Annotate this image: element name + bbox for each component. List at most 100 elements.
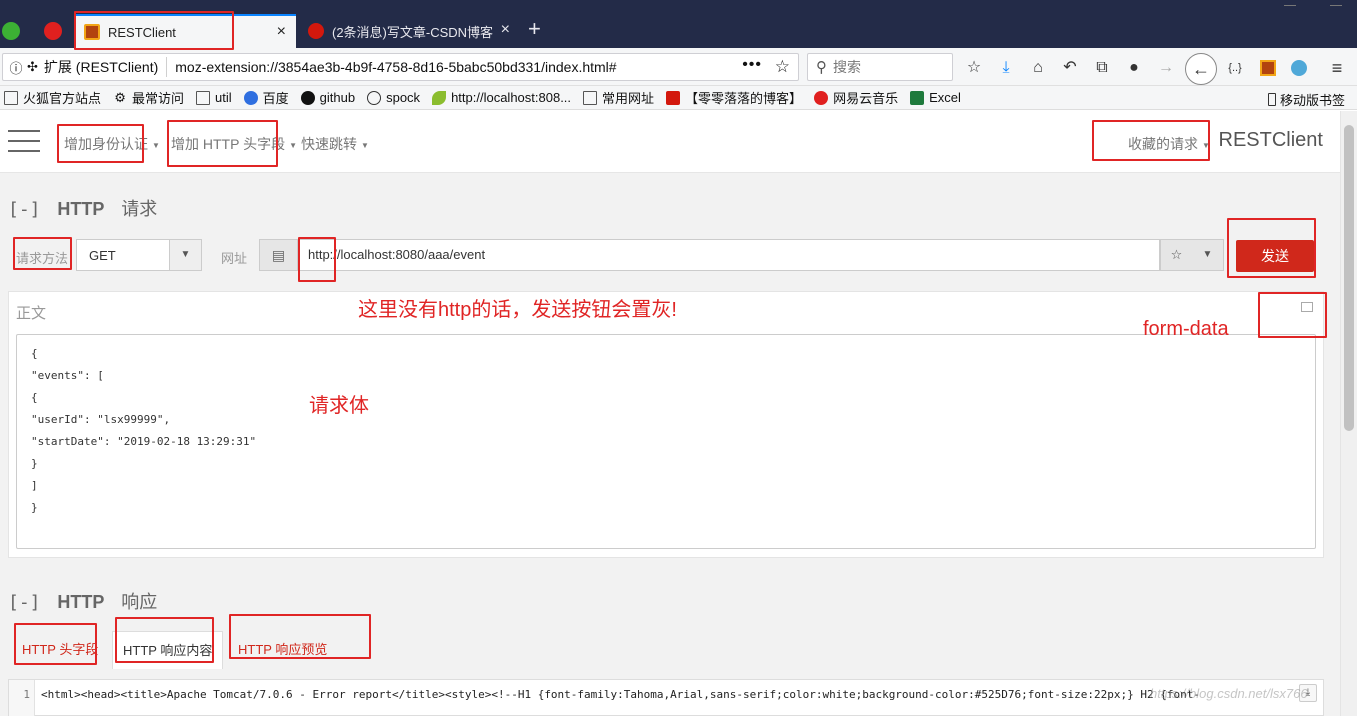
tab-response-body[interactable]: HTTP 响应内容 [112, 631, 224, 669]
app-navbar: 增加身份认证 ▼ 增加 HTTP 头字段 ▼ 快速跳转 ▼ 收藏的请求 ▼ RESTCl… [0, 111, 1340, 173]
response-section-title[interactable]: [-] HTTP 响应 [8, 588, 157, 614]
restclient-toolbar-icon[interactable] [1257, 58, 1279, 78]
mobile-bookmarks[interactable]: 移动版书签 [1267, 90, 1345, 109]
github-icon [300, 90, 315, 105]
bookmark-item[interactable]: 常用网址 [583, 88, 654, 107]
bookmark-label: util [215, 90, 232, 105]
crop-icon[interactable]: ⧉ [1091, 58, 1113, 78]
response-code-view[interactable]: 1 <html><head><title>Apache Tomcat/7.0.6… [8, 679, 1324, 716]
quick-jump-dropdown[interactable]: 快速跳转 ▼ [301, 134, 369, 154]
bookmark-label: github [319, 90, 356, 105]
response-code-line: <html><head><title>Apache Tomcat/7.0.6 -… [41, 688, 1200, 701]
url-label: 网址 [221, 251, 248, 266]
bookmark-label: 常用网址 [602, 91, 655, 106]
undo-icon[interactable]: ↶ [1059, 58, 1081, 78]
tab-response-preview[interactable]: HTTP 响应预览 [228, 631, 337, 669]
collapse-toggle[interactable]: [-] [8, 199, 41, 220]
reading-list-icon[interactable]: ☆ [963, 58, 985, 78]
bookmark-item[interactable]: util [196, 90, 232, 105]
chat-icon[interactable]: ● [1123, 58, 1145, 78]
download-icon[interactable]: ⤓ [995, 58, 1017, 78]
netease-pinned-tab-icon[interactable] [44, 22, 62, 40]
favorites-dropdown[interactable]: 收藏的请求 ▼ [1128, 134, 1210, 154]
leaf-icon [432, 90, 447, 105]
csdn-favicon-icon [308, 23, 324, 39]
section-http-label: HTTP [57, 592, 105, 612]
document-icon[interactable]: ▤ [259, 239, 297, 271]
url-text[interactable]: moz-extension://3854ae3b-4b9f-4758-8d16-… [175, 59, 616, 75]
request-url-input[interactable]: http://localhost:8080/aaa/event [297, 239, 1160, 271]
method-label: 请求方法 [16, 251, 69, 266]
search-icon: ⚲ [816, 59, 827, 76]
url-bar[interactable]: ⓘ ✣ 扩展 (RESTClient) moz-extension://3854… [2, 53, 799, 81]
chevron-down-icon[interactable]: ▼ [1192, 240, 1223, 270]
folder-icon [4, 90, 18, 105]
hamburger-menu-icon[interactable] [8, 130, 40, 154]
request-body-textarea[interactable]: { "events": [ { "userId": "lsx99999", "s… [16, 334, 1316, 549]
home-icon[interactable]: ⌂ [1027, 58, 1049, 78]
send-button[interactable]: 发送 [1236, 240, 1314, 272]
collapse-toggle[interactable]: [-] [8, 592, 41, 613]
bookmark-star-icon[interactable]: ☆ [775, 57, 790, 77]
add-auth-dropdown[interactable]: 增加身份认证 ▼ [64, 134, 160, 154]
csdn-icon [666, 90, 681, 105]
form-data-annotation: form-data [1143, 318, 1229, 340]
add-auth-label: 增加身份认证 [64, 136, 148, 152]
app-brand[interactable]: RESTClient [1219, 129, 1323, 152]
scrollbar-thumb[interactable] [1344, 125, 1354, 431]
forward-icon[interactable]: → [1155, 58, 1177, 78]
tab-csdn[interactable]: (2条消息)写文章-CSDN博客 × [298, 14, 520, 48]
bookmark-item[interactable]: 网易云音乐 [814, 88, 898, 107]
info-icon[interactable]: ⓘ [7, 58, 25, 77]
bookmark-label: 【零零落落的博客】 [685, 91, 803, 106]
caret-down-icon: ▼ [152, 140, 160, 150]
bookmark-label: Excel [929, 90, 961, 105]
section-title-label: 请求 [121, 199, 158, 220]
body-panel: 正文 { "events": [ { "userId": "lsx99999",… [8, 291, 1324, 558]
bookmark-item[interactable]: 【零零落落的博客】 [666, 88, 802, 107]
method-select[interactable]: GET ▼ [76, 239, 202, 271]
folder-icon [583, 90, 598, 105]
add-header-dropdown[interactable]: 增加 HTTP 头字段 ▼ [171, 134, 297, 154]
tab-restclient[interactable]: RESTClient × [74, 14, 296, 48]
section-title-label: 响应 [121, 592, 158, 613]
bookmark-item[interactable]: 百度 [243, 88, 289, 107]
bookmark-item[interactable]: spock [367, 90, 420, 105]
bookmark-item[interactable]: github [300, 90, 356, 105]
bookmark-item[interactable]: ⚙ 最常访问 [113, 88, 184, 107]
globe-icon[interactable] [1288, 58, 1310, 78]
form-data-grid-icon[interactable] [1301, 302, 1313, 312]
netease-icon [814, 90, 829, 105]
tab-response-headers[interactable]: HTTP 头字段 [12, 631, 108, 669]
request-row: 请求方法 GET ▼ 网址 ▤ http://localhost:8080/aa… [14, 237, 1324, 272]
main-content: [-] HTTP 请求 请求方法 GET ▼ 网址 ▤ http://local… [0, 173, 1340, 716]
http-annotation: 这里没有http的话，发送按钮会置灰! [358, 299, 677, 321]
wechat-pinned-tab-icon[interactable] [2, 22, 20, 40]
request-section-title[interactable]: [-] HTTP 请求 [8, 195, 157, 221]
watermark: https://blog.csdn.net/lsx766 [1150, 686, 1308, 701]
favorites-label: 收藏的请求 [1128, 136, 1198, 152]
extension-label: 扩展 (RESTClient) [43, 59, 159, 75]
json-view-icon[interactable]: {..} [1224, 58, 1246, 78]
mobile-icon [1267, 93, 1276, 106]
browser-tab-strip: RESTClient × (2条消息)写文章-CSDN博客 × + [0, 0, 1357, 48]
page-actions-icon[interactable]: ••• [742, 56, 762, 74]
new-tab-button[interactable]: + [528, 18, 541, 40]
search-field[interactable]: ⚲ 搜索 [807, 53, 953, 81]
bookmark-label: 最常访问 [132, 91, 185, 106]
page-scrollbar[interactable] [1340, 111, 1357, 716]
baidu-icon [243, 90, 258, 105]
menu-icon[interactable]: ≡ [1326, 58, 1348, 78]
favorite-star-icon[interactable]: ☆ [1161, 240, 1192, 270]
close-tab-icon[interactable]: × [501, 22, 510, 38]
close-tab-icon[interactable]: × [277, 24, 286, 40]
chevron-down-icon[interactable]: ▼ [169, 240, 201, 270]
bookmark-label: 火狐官方站点 [23, 91, 102, 106]
request-body-annotation: 请求体 [309, 395, 369, 417]
bookmark-item[interactable]: Excel [910, 90, 961, 105]
section-http-label: HTTP [57, 199, 105, 219]
method-value: GET [89, 247, 116, 263]
bookmark-item[interactable]: 火狐官方站点 [4, 88, 101, 107]
back-icon[interactable]: ← [1185, 53, 1217, 85]
bookmark-item[interactable]: http://localhost:808... [432, 90, 571, 105]
